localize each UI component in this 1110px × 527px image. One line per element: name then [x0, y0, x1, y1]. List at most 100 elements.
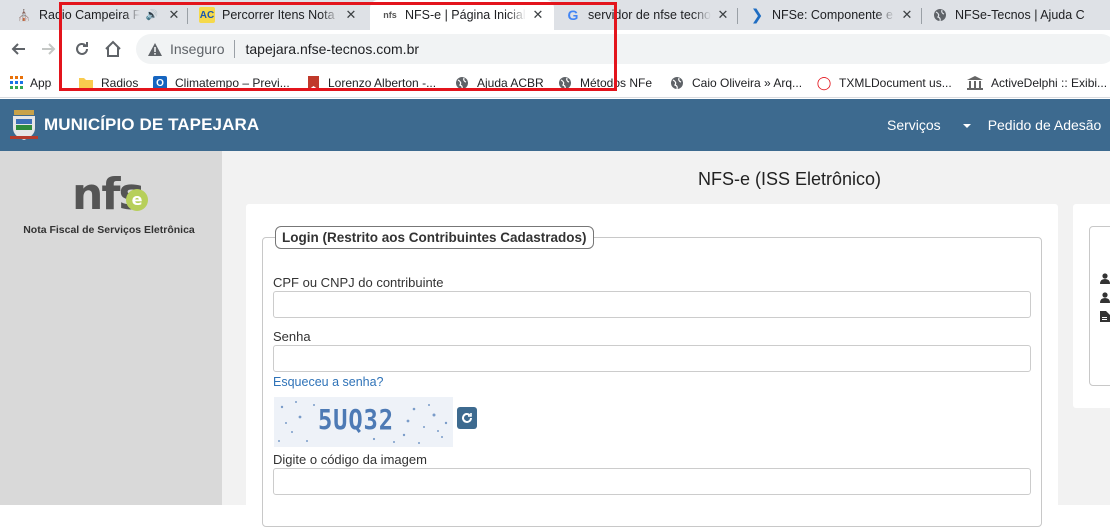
bookmark-caio-oliveira[interactable]: Caio Oliveira » Arq... [670, 74, 802, 92]
main-content: NFS-e (ISS Eletrônico) Login (Restrito a… [222, 151, 1110, 527]
bookmark-ajuda-acbr[interactable]: Ajuda ACBR [455, 74, 544, 92]
tab-separator [921, 8, 922, 24]
tab-separator [187, 8, 188, 24]
password-input[interactable] [273, 345, 1031, 372]
home-icon [105, 40, 121, 57]
bookmark-icon [306, 76, 320, 90]
tab-title: NFSe: Componente e / [772, 8, 895, 22]
nav-pedido-adesao[interactable]: Pedido de Adesão [988, 117, 1102, 133]
building-icon [967, 76, 983, 90]
bookmark-label: Caio Oliveira » Arq... [692, 76, 803, 90]
main-nav: Serviços Pedido de Adesão Ár [887, 117, 1110, 133]
browser-tab-strip: ⛪ Radio Campeira FM 🔊 ✕ AC Percorrer Ite… [0, 0, 1110, 30]
tab-separator [737, 8, 738, 24]
tab-nfse-active[interactable]: nfs NFS-e | Página Inicial ✕ [370, 0, 554, 30]
browser-toolbar: Inseguro tapejara.nfse-tecnos.com.br [0, 30, 1110, 68]
tab-radio-campeira[interactable]: ⛪ Radio Campeira FM 🔊 ✕ [16, 0, 182, 30]
tab-title: servidor de nfse tecnos [588, 8, 711, 22]
logo-caption: Nota Fiscal de Serviços Eletrônica [23, 224, 195, 236]
apps-grid-icon [10, 76, 24, 90]
user-icon [1100, 292, 1110, 303]
site-brand[interactable]: MUNICÍPIO DE TAPEJARA [10, 110, 259, 140]
speaker-icon[interactable]: 🔊 [144, 7, 160, 23]
logo-e-badge: e [126, 189, 148, 211]
close-icon[interactable]: ✕ [343, 7, 359, 23]
bookmark-lorenzo[interactable]: Lorenzo Alberton -... [306, 74, 436, 92]
tab-nfse-tecnos-ajuda[interactable]: NFSe-Tecnos | Ajuda C [932, 0, 1110, 30]
nav-label: Serviços [887, 117, 941, 133]
captcha-input[interactable] [273, 468, 1031, 495]
security-status[interactable]: Inseguro [170, 41, 224, 57]
reload-icon [76, 42, 88, 55]
back-button[interactable] [7, 38, 29, 60]
captcha-image: 5UQ32 [274, 397, 453, 447]
captcha-refresh-button[interactable] [457, 407, 477, 429]
site-title: MUNICÍPIO DE TAPEJARA [44, 115, 260, 134]
tab-percorrer-itens[interactable]: AC Percorrer Itens Nota de ✕ [199, 0, 359, 30]
site-header: MUNICÍPIO DE TAPEJARA Serviços Pedido de… [0, 99, 1110, 151]
document-icon [1100, 311, 1110, 322]
tab-nfse-componente[interactable]: ❯ NFSe: Componente e / ✕ [749, 0, 915, 30]
close-icon[interactable]: ✕ [899, 7, 915, 23]
tab-google-search[interactable]: G servidor de nfse tecnos ✕ [565, 0, 731, 30]
close-icon[interactable]: ✕ [530, 7, 546, 23]
nav-servicos[interactable]: Serviços [887, 117, 971, 133]
bookmark-label: Ajuda ACBR [477, 76, 544, 90]
forgot-password-link[interactable]: Esqueceu a senha? [273, 375, 384, 389]
bookmark-activedelphi[interactable]: ActiveDelphi :: Exibi... [967, 74, 1107, 92]
page-title: NFS-e (ISS Eletrônico) [698, 169, 882, 189]
globe-icon [455, 76, 469, 90]
captcha-label: Digite o código da imagem [273, 452, 427, 467]
bookmark-metodos-nfe[interactable]: Métodos NFe [558, 74, 652, 92]
bookmark-label: Apps [30, 76, 52, 90]
globe-icon [932, 7, 948, 23]
bookmark-apps[interactable]: Apps [10, 74, 52, 92]
captcha-text: 5UQ32 [318, 403, 394, 436]
folder-icon [79, 76, 93, 90]
bookmark-label: Climatempo – Previ... [175, 76, 290, 90]
globe-icon [670, 76, 684, 90]
tab-title: NFSe-Tecnos | Ajuda C [955, 8, 1085, 22]
bookmark-radios[interactable]: Radios [79, 74, 138, 92]
back-arrow-icon [11, 43, 25, 55]
tab-title: NFS-e | Página Inicial [405, 8, 526, 22]
google-icon: G [567, 7, 579, 23]
chevron-icon: ❯ [750, 7, 764, 24]
close-icon[interactable]: ✕ [715, 7, 731, 23]
tab-title: Percorrer Itens Nota de [222, 8, 339, 22]
cpf-cnpj-input[interactable] [273, 291, 1031, 318]
login-card: Login (Restrito aos Contribuintes Cadast… [246, 204, 1058, 527]
forward-button[interactable] [38, 38, 60, 60]
bookmark-label: Métodos NFe [580, 76, 653, 90]
radio-icon: ⛪ [17, 9, 31, 22]
refresh-icon [462, 412, 472, 423]
close-icon[interactable]: ✕ [166, 7, 182, 23]
cpf-label: CPF ou CNPJ do contribuinte [273, 275, 444, 290]
address-bar[interactable]: Inseguro tapejara.nfse-tecnos.com.br [136, 34, 1110, 64]
login-fieldset: Login (Restrito aos Contribuintes Cadast… [262, 226, 1042, 527]
nfse-logo: nfs e [72, 169, 148, 220]
nfse-icon: nfs [383, 10, 397, 20]
forward-arrow-icon [42, 43, 56, 55]
password-label: Senha [273, 329, 311, 344]
bookmark-label: TXMLDocument us... [839, 76, 952, 90]
user-icon [1100, 273, 1110, 284]
globe-icon [558, 76, 572, 90]
warning-icon[interactable] [148, 42, 162, 56]
acbr-icon: AC [199, 7, 215, 23]
bookmark-climatempo[interactable]: O Climatempo – Previ... [153, 74, 290, 92]
bookmark-label: Lorenzo Alberton -... [328, 76, 437, 90]
caret-down-icon [962, 124, 971, 129]
home-button[interactable] [102, 38, 124, 60]
info-card-fieldset [1089, 226, 1110, 386]
embarcadero-icon: ◯ [816, 75, 832, 90]
url-text[interactable]: tapejara.nfse-tecnos.com.br [245, 41, 419, 57]
tab-title: Radio Campeira FM [39, 8, 140, 22]
info-card [1073, 204, 1110, 408]
bookmark-txmldocument[interactable]: ◯ TXMLDocument us... [817, 74, 952, 92]
bookmarks-bar: Apps Radios O Climatempo – Previ... Lore… [0, 68, 1110, 98]
municipal-crest-icon [10, 110, 38, 140]
reload-button[interactable] [71, 38, 93, 60]
climatempo-icon: O [153, 76, 167, 90]
sidebar: nfs e Nota Fiscal de Serviços Eletrônica [0, 151, 222, 505]
